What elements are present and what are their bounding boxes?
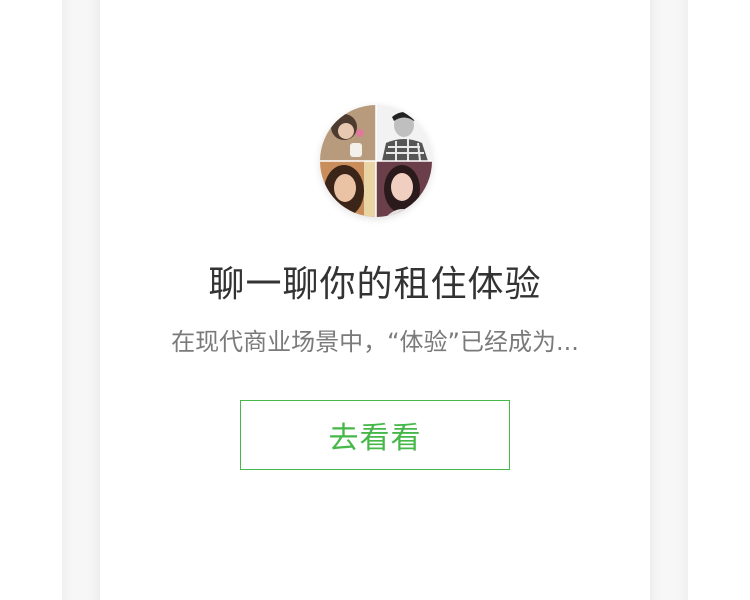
left-adjacent-card[interactable] — [0, 0, 62, 600]
group-avatar — [320, 105, 432, 217]
view-button[interactable]: 去看看 — [240, 400, 510, 470]
promo-card: 聊一聊你的租住体验 在现代商业场景中，“体验”已经成为... 去看看 — [100, 0, 650, 600]
promo-title: 聊一聊你的租住体验 — [208, 264, 542, 305]
right-adjacent-card[interactable] — [688, 0, 750, 600]
promo-subtitle: 在现代商业场景中，“体验”已经成为... — [171, 328, 579, 356]
avatar-collage-image — [320, 105, 432, 217]
screen: 聊一聊你的租住体验 在现代商业场景中，“体验”已经成为... 去看看 — [0, 0, 750, 600]
